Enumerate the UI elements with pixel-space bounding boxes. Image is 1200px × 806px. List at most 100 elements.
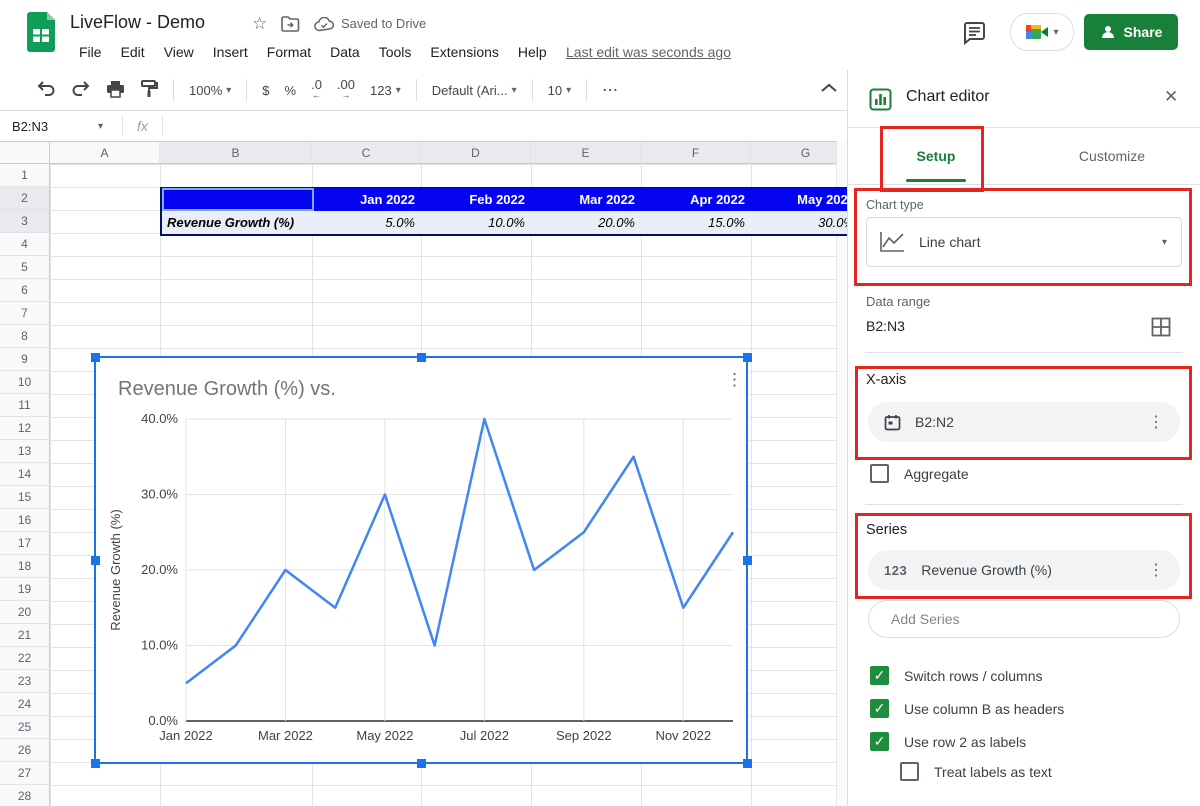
column-header-D[interactable]: D (421, 141, 531, 164)
data-range-value[interactable]: B2:N3 (866, 318, 905, 334)
value-cell[interactable]: 20.0% (533, 211, 643, 234)
name-box-caret-icon[interactable]: ▾ (98, 121, 122, 132)
formula-input[interactable] (163, 112, 847, 140)
row-header-2[interactable]: 2 (0, 187, 50, 210)
row-header-25[interactable]: 25 (0, 716, 50, 739)
vertical-scrollbar[interactable] (836, 141, 847, 806)
aggregate-option[interactable]: Aggregate (870, 464, 969, 483)
percent-format-button[interactable]: % (285, 83, 297, 98)
decrease-decimal-button[interactable]: .0← (311, 79, 322, 101)
resize-handle[interactable] (91, 759, 100, 768)
tab-customize[interactable]: Customize (1024, 128, 1200, 184)
menu-tools[interactable]: Tools (379, 42, 412, 62)
row-header-3[interactable]: 3 (0, 210, 50, 233)
checked-checkbox[interactable]: ✓ (870, 732, 889, 751)
column-header-G[interactable]: G (751, 141, 847, 164)
row-header-26[interactable]: 26 (0, 739, 50, 762)
column-header-E[interactable]: E (531, 141, 641, 164)
resize-handle[interactable] (417, 353, 426, 362)
header-cell[interactable]: Mar 2022 (533, 188, 643, 211)
last-edit-link[interactable]: Last edit was seconds ago (566, 44, 731, 60)
row-header-13[interactable]: 13 (0, 440, 50, 463)
currency-format-button[interactable]: $ (262, 83, 269, 98)
row-header-28[interactable]: 28 (0, 785, 50, 806)
row-header-21[interactable]: 21 (0, 624, 50, 647)
close-icon[interactable]: ✕ (1164, 87, 1178, 107)
select-range-grid-icon[interactable] (1151, 317, 1171, 342)
menu-edit[interactable]: Edit (121, 42, 145, 62)
comments-icon[interactable] (962, 21, 987, 51)
menu-insert[interactable]: Insert (213, 42, 248, 62)
more-options-icon[interactable]: ⋮ (1148, 560, 1164, 580)
number-format-button[interactable]: 123▾ (370, 83, 401, 98)
paint-format-icon[interactable] (140, 80, 158, 101)
row-header-15[interactable]: 15 (0, 486, 50, 509)
print-icon[interactable] (106, 80, 125, 101)
x-axis-range-pill[interactable]: B2:N2 ⋮ (868, 402, 1180, 442)
row-header-14[interactable]: 14 (0, 463, 50, 486)
menu-view[interactable]: View (164, 42, 194, 62)
row-header-20[interactable]: 20 (0, 601, 50, 624)
resize-handle[interactable] (417, 759, 426, 768)
undo-icon[interactable] (36, 80, 56, 101)
row-header-1[interactable]: 1 (0, 164, 50, 187)
row-header-7[interactable]: 7 (0, 302, 50, 325)
spreadsheet-grid[interactable]: ABCDEFG123456789101112131415161718192021… (0, 140, 847, 806)
menu-help[interactable]: Help (518, 42, 547, 62)
meet-button[interactable]: ▾ (1010, 13, 1074, 51)
value-cell[interactable]: 15.0% (643, 211, 753, 234)
row-header-8[interactable]: 8 (0, 325, 50, 348)
row-header-6[interactable]: 6 (0, 279, 50, 302)
row-header-11[interactable]: 11 (0, 394, 50, 417)
resize-handle[interactable] (91, 556, 100, 565)
value-cell[interactable]: 30.0% (753, 211, 847, 234)
menu-data[interactable]: Data (330, 42, 360, 62)
value-cell[interactable]: 10.0% (423, 211, 533, 234)
select-all-corner[interactable] (0, 141, 50, 164)
value-cell[interactable]: 5.0% (314, 211, 423, 234)
collapse-toolbar-button[interactable] (820, 82, 838, 97)
checked-checkbox[interactable]: ✓ (870, 699, 889, 718)
column-header-C[interactable]: C (312, 141, 421, 164)
row-header-16[interactable]: 16 (0, 509, 50, 532)
row-header-24[interactable]: 24 (0, 693, 50, 716)
row-header-27[interactable]: 27 (0, 762, 50, 785)
menu-extensions[interactable]: Extensions (430, 42, 498, 62)
row-header-22[interactable]: 22 (0, 647, 50, 670)
tab-setup[interactable]: Setup (848, 128, 1024, 184)
header-cell[interactable]: Apr 2022 (643, 188, 753, 211)
option-treat-labels-as-text[interactable]: Treat labels as text (900, 762, 1052, 781)
increase-decimal-button[interactable]: .00→ (337, 79, 355, 101)
chart-more-menu-icon[interactable]: ⋮ (726, 370, 743, 390)
column-header-B[interactable]: B (160, 141, 312, 164)
option-switch-rows-columns[interactable]: ✓Switch rows / columns (870, 666, 1042, 685)
more-options-icon[interactable]: ⋮ (1148, 412, 1164, 432)
row-header-18[interactable]: 18 (0, 555, 50, 578)
aggregate-checkbox[interactable] (870, 464, 889, 483)
row-header-9[interactable]: 9 (0, 348, 50, 371)
resize-handle[interactable] (743, 556, 752, 565)
column-header-F[interactable]: F (641, 141, 751, 164)
header-cell[interactable]: Feb 2022 (423, 188, 533, 211)
resize-handle[interactable] (743, 759, 752, 768)
row-header-12[interactable]: 12 (0, 417, 50, 440)
row-header-19[interactable]: 19 (0, 578, 50, 601)
sheets-logo-icon[interactable] (25, 11, 57, 58)
unchecked-checkbox[interactable] (900, 762, 919, 781)
resize-handle[interactable] (91, 353, 100, 362)
option-use-row-2-as-labels[interactable]: ✓Use row 2 as labels (870, 732, 1026, 751)
move-folder-icon[interactable] (281, 16, 300, 37)
checked-checkbox[interactable]: ✓ (870, 666, 889, 685)
row-header-10[interactable]: 10 (0, 371, 50, 394)
header-cell[interactable]: Jan 2022 (314, 188, 423, 211)
menu-file[interactable]: File (79, 42, 102, 62)
option-use-column-b-as-headers[interactable]: ✓Use column B as headers (870, 699, 1064, 718)
share-button[interactable]: Share (1084, 14, 1178, 50)
redo-icon[interactable] (71, 80, 91, 101)
row-header-5[interactable]: 5 (0, 256, 50, 279)
embedded-chart[interactable]: 0.0%10.0%20.0%30.0%40.0%Jan 2022Mar 2022… (95, 357, 747, 763)
series-pill[interactable]: 123 Revenue Growth (%) ⋮ (868, 550, 1180, 590)
cloud-saved-icon[interactable] (314, 17, 335, 37)
name-box[interactable]: B2:N3 (0, 119, 98, 134)
more-toolbar-options-button[interactable]: ⋯ (602, 80, 618, 100)
